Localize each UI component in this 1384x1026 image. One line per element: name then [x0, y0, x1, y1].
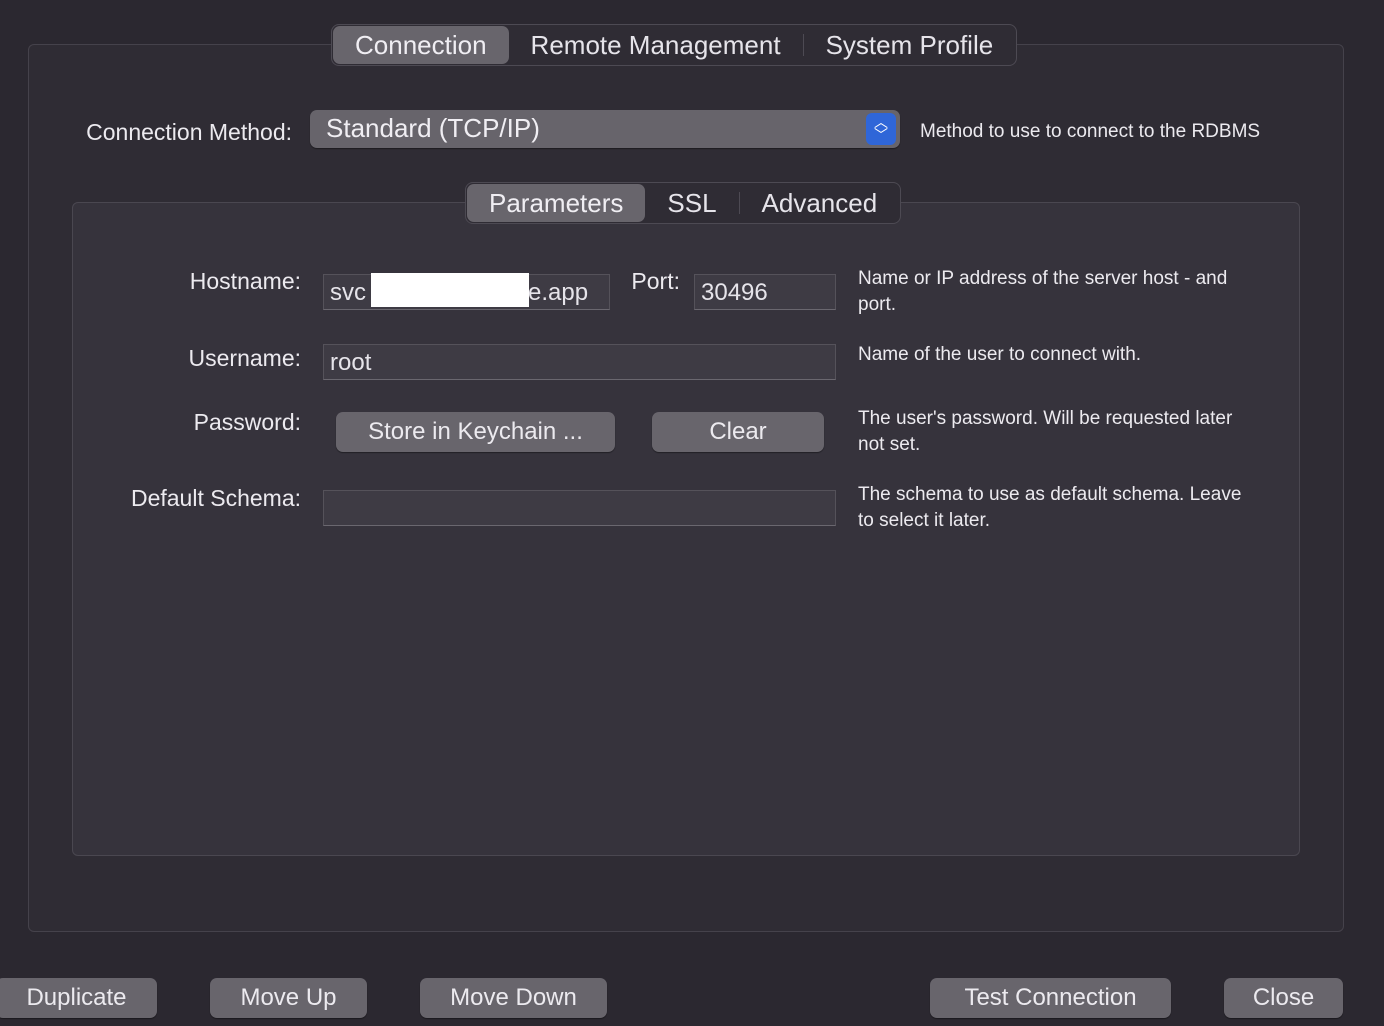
sub-tab-bar: Parameters SSL Advanced: [465, 182, 902, 224]
tab-ssl[interactable]: SSL: [645, 184, 738, 222]
test-connection-button[interactable]: Test Connection: [930, 978, 1171, 1018]
default-schema-help: The schema to use as default schema. Lea…: [858, 484, 1242, 531]
hostname-suffix: e.app: [528, 279, 589, 306]
top-tab-bar: Connection Remote Management System Prof…: [331, 24, 1018, 66]
hostname-help: Name or IP address of the server host - …: [858, 268, 1228, 315]
port-input[interactable]: 30496: [694, 274, 836, 310]
hostname-input[interactable]: svc e.app: [323, 273, 610, 310]
connection-method-value: Standard (TCP/IP): [326, 113, 540, 143]
username-help: Name of the user to connect with.: [858, 344, 1142, 365]
username-input[interactable]: root: [323, 344, 836, 380]
connection-method-label: Connection Method:: [86, 119, 292, 145]
password-label: Password:: [193, 409, 301, 435]
username-label: Username:: [188, 345, 301, 371]
move-down-button[interactable]: Move Down: [420, 978, 607, 1018]
connection-method-select[interactable]: Standard (TCP/IP) ︿ ﹀: [310, 110, 900, 148]
tab-advanced[interactable]: Advanced: [740, 184, 900, 222]
hostname-label: Hostname:: [189, 268, 301, 294]
default-schema-input[interactable]: [323, 490, 836, 526]
move-up-button[interactable]: Move Up: [210, 978, 367, 1018]
close-button[interactable]: Close: [1224, 978, 1343, 1018]
hostname-prefix: svc: [330, 279, 366, 306]
chevron-up-down-icon: ︿ ﹀: [866, 113, 896, 145]
connection-method-help: Method to use to connect to the RDBMS: [920, 121, 1261, 142]
redaction-block: [371, 273, 529, 307]
duplicate-button[interactable]: Duplicate: [0, 978, 157, 1018]
password-help: The user's password. Will be requested l…: [858, 408, 1233, 455]
port-label: Port:: [631, 268, 680, 294]
tab-remote-management[interactable]: Remote Management: [509, 26, 803, 64]
default-schema-label: Default Schema:: [130, 485, 301, 511]
store-in-keychain-button[interactable]: Store in Keychain ...: [336, 412, 615, 452]
tab-connection[interactable]: Connection: [333, 26, 509, 64]
tab-parameters[interactable]: Parameters: [467, 184, 646, 222]
clear-password-button[interactable]: Clear: [652, 412, 824, 452]
tab-system-profile[interactable]: System Profile: [804, 26, 1016, 64]
